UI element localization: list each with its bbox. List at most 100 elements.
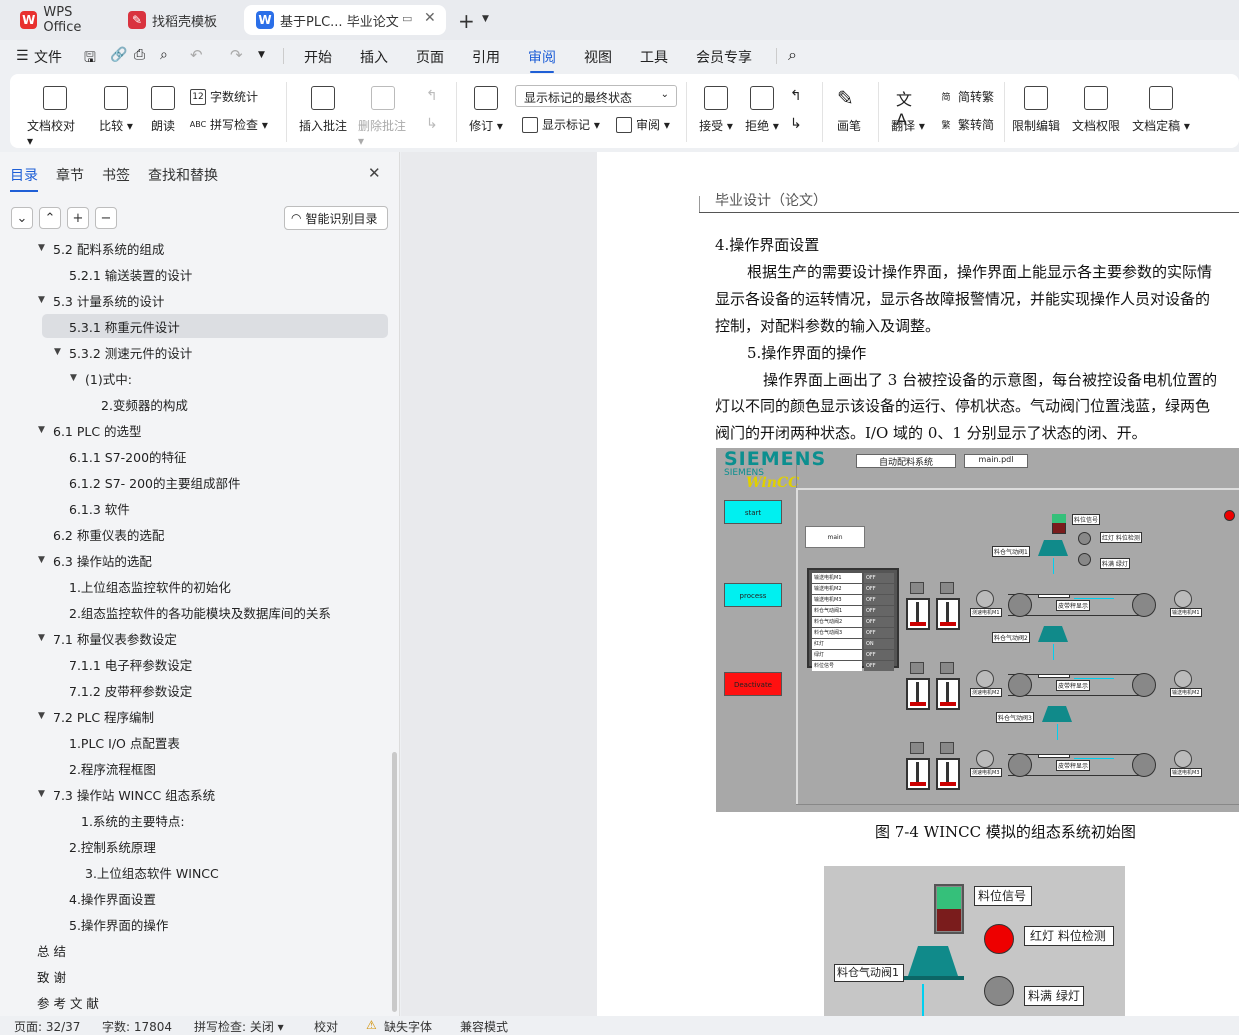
spell-check-button[interactable]: ABC 拼写检查 ▾ (190, 116, 268, 133)
missing-font-status[interactable]: 缺失字体 (384, 1018, 432, 1035)
translate-button[interactable]: 文A 翻译 ▾ (890, 86, 926, 134)
tab-wps-office[interactable]: W WPS Office (8, 5, 112, 35)
toc-scrollbar[interactable] (392, 752, 397, 1012)
close-tab-icon[interactable]: ✕ (424, 10, 436, 26)
spell-check-status[interactable]: 拼写检查: 关闭 ▾ (194, 1018, 284, 1035)
page-count[interactable]: 页面: 32/37 (14, 1018, 80, 1035)
doc-proofread-button[interactable]: 文档校对 ▾ (27, 86, 83, 148)
tab-document[interactable]: W 基于PLC... 毕业论文 ▭ ✕ (244, 5, 446, 35)
menu-references[interactable]: 引用 (472, 47, 500, 67)
revise-button[interactable]: 修订 ▾ (468, 86, 504, 134)
tab-sections[interactable]: 章节 (56, 165, 84, 185)
toc-item[interactable]: 2.控制系统原理 (69, 834, 156, 858)
toc-item[interactable]: 7.3 操作站 WINCC 组态系统 (53, 782, 215, 806)
redo-icon[interactable]: ↷ (230, 46, 243, 64)
remove-heading-icon[interactable]: − (95, 207, 117, 229)
toc-caret-icon[interactable]: ▼ (38, 555, 45, 565)
collapse-icon[interactable]: ⌄ (11, 207, 33, 229)
toc-caret-icon[interactable]: ▼ (38, 243, 45, 253)
toc-item[interactable]: 1.PLC I/O 点配置表 (69, 730, 180, 754)
expand-icon[interactable]: ⌃ (39, 207, 61, 229)
smart-toc-button[interactable]: ◠ 智能识别目录 (284, 206, 388, 230)
restrict-edit-button[interactable]: 限制编辑 (1010, 86, 1062, 134)
prev-change-icon[interactable]: ↰ (790, 88, 802, 104)
toc-item[interactable]: 2.程序流程框图 (69, 756, 156, 780)
toc-item[interactable]: (1)式中: (85, 366, 132, 390)
toc-caret-icon[interactable]: ▼ (38, 425, 45, 435)
menu-review[interactable]: 审阅 (528, 47, 556, 73)
toc-item[interactable]: 致 谢 (37, 964, 66, 988)
toc-item[interactable]: 参 考 文 献 (37, 990, 99, 1014)
word-count-button[interactable]: 12 字数统计 (190, 88, 258, 105)
word-count[interactable]: 字数: 17804 (102, 1018, 172, 1035)
toc-caret-icon[interactable]: ▼ (54, 347, 61, 357)
menu-file[interactable]: 文件 (34, 47, 62, 67)
toc-item[interactable]: 3.上位组态软件 WINCC (85, 860, 219, 884)
menu-page[interactable]: 页面 (416, 47, 444, 67)
insert-comment-button[interactable]: 插入批注 (298, 86, 348, 134)
toc-item[interactable]: 6.1.1 S7-200的特征 (69, 444, 187, 468)
to-simplified-button[interactable]: 繁 繁转简 (938, 116, 994, 133)
search-icon[interactable]: ⌕ (788, 45, 797, 65)
tab-bookmarks[interactable]: 书签 (102, 165, 130, 185)
toc-item[interactable]: 5.2.1 输送装置的设计 (69, 262, 192, 286)
document-page[interactable]: 毕业设计（论文） 4.操作界面设置 根据生产的需要设计操作界面，操作界面上能显示… (597, 152, 1239, 1016)
delete-comment-button[interactable]: 删除批注 ▾ (358, 86, 408, 148)
link-icon[interactable]: 🔗 (110, 47, 127, 63)
toc-item[interactable]: 5.操作界面的操作 (69, 912, 168, 936)
new-tab-icon[interactable]: + (458, 9, 475, 33)
print-icon[interactable]: ⎙ (134, 47, 145, 63)
print-preview-icon[interactable]: ⌕ (160, 47, 168, 63)
menu-member[interactable]: 会员专享 (696, 47, 752, 67)
window-icon[interactable]: ▭ (402, 12, 412, 25)
read-aloud-button[interactable]: 朗读 (148, 86, 178, 134)
next-change-icon[interactable]: ↳ (790, 116, 802, 132)
close-panel-icon[interactable]: ✕ (368, 164, 381, 182)
undo-icon[interactable]: ↶ (190, 46, 203, 64)
toc-item[interactable]: 1.上位组态监控软件的初始化 (69, 574, 231, 598)
save-icon[interactable]: 🖫 (84, 47, 96, 71)
toc-item[interactable]: 总 结 (37, 938, 66, 962)
hamburger-icon[interactable]: ☰ (16, 48, 29, 64)
tab-toc[interactable]: 目录 (10, 165, 38, 192)
toc-caret-icon[interactable]: ▼ (70, 373, 77, 383)
toc-item[interactable]: 4.操作界面设置 (69, 886, 156, 910)
toc-item[interactable]: 7.1.1 电子秤参数设定 (69, 652, 192, 676)
menu-insert[interactable]: 插入 (360, 47, 388, 67)
toc-caret-icon[interactable]: ▼ (38, 711, 45, 721)
tab-find-replace[interactable]: 查找和替换 (148, 165, 218, 185)
toc-item[interactable]: 2.组态监控软件的各功能模块及数据库间的关系 (69, 600, 331, 624)
toc-item[interactable]: 5.2 配料系统的组成 (53, 240, 164, 260)
toc-item[interactable]: 7.1 称量仪表参数设定 (53, 626, 177, 650)
toc-caret-icon[interactable]: ▼ (38, 789, 45, 799)
toc-caret-icon[interactable]: ▼ (38, 295, 45, 305)
toc-item[interactable]: 6.2 称重仪表的选配 (53, 522, 164, 546)
compare-button[interactable]: 比较 ▾ (96, 86, 136, 134)
toc-item[interactable]: 6.1.2 S7- 200的主要组成部件 (69, 470, 241, 494)
proofread-status[interactable]: 校对 (314, 1018, 338, 1035)
add-heading-icon[interactable]: + (67, 207, 89, 229)
menu-tools[interactable]: 工具 (640, 47, 668, 67)
menu-view[interactable]: 视图 (584, 47, 612, 67)
toc-item[interactable]: 7.2 PLC 程序编制 (53, 704, 154, 728)
prev-comment-icon[interactable]: ↰ (426, 88, 438, 104)
doc-permission-button[interactable]: 文档权限 (1070, 86, 1122, 134)
toc-caret-icon[interactable]: ▼ (38, 633, 45, 643)
pen-button[interactable]: ✎ 画笔 (834, 86, 864, 134)
doc-finalize-button[interactable]: 文档定稿 ▾ (1130, 86, 1192, 134)
to-traditional-button[interactable]: 简 简转繁 (938, 88, 994, 105)
next-comment-icon[interactable]: ↳ (426, 116, 438, 132)
accept-button[interactable]: 接受 ▾ (698, 86, 734, 134)
toc-item[interactable]: 5.3 计量系统的设计 (53, 288, 164, 312)
toc-item[interactable]: 6.1.3 软件 (69, 496, 130, 520)
toc-item[interactable]: 6.3 操作站的选配 (53, 548, 152, 572)
review-pane-button[interactable]: 审阅 ▾ (616, 116, 670, 133)
toc-item[interactable]: 1.系统的主要特点: (81, 808, 185, 832)
menu-home[interactable]: 开始 (304, 47, 332, 67)
reject-button[interactable]: 拒绝 ▾ (744, 86, 780, 134)
markup-state-select[interactable]: 显示标记的最终状态 ⌄ (515, 85, 677, 107)
toc-item[interactable]: 5.3.2 测速元件的设计 (69, 340, 192, 364)
chevron-down-icon[interactable]: ▼ (482, 14, 489, 24)
more-chevron-icon[interactable]: ▼ (258, 50, 265, 60)
tab-template[interactable]: ✎ 找稻壳模板 (116, 5, 240, 35)
